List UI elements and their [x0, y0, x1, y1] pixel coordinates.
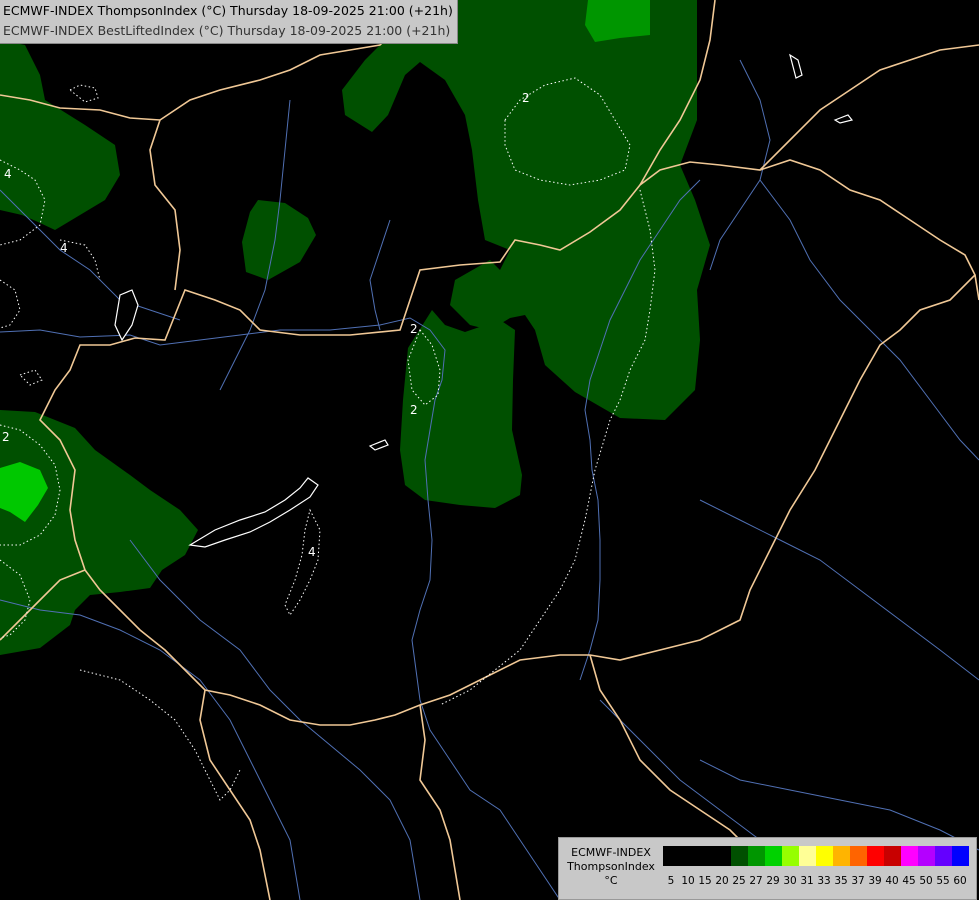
legend-swatch — [850, 846, 867, 866]
legend-tick-label: 40 — [885, 875, 899, 887]
contour-label: 2 — [410, 403, 418, 417]
legend-swatch — [952, 846, 969, 866]
fill-area-central-strip — [400, 310, 522, 508]
contour-label: 4 — [60, 241, 68, 255]
contour-label: 2 — [410, 322, 418, 336]
legend-swatch — [918, 846, 935, 866]
legend-swatch — [765, 846, 782, 866]
legend-swatch — [833, 846, 850, 866]
title-thompson-index: ECMWF-INDEX ThompsonIndex (°C) Thursday … — [3, 3, 453, 18]
legend-swatch — [799, 846, 816, 866]
legend-swatch — [816, 846, 833, 866]
weather-map: 2 4 4 2 2 2 4 — [0, 0, 979, 900]
legend-tick-label: 37 — [851, 875, 865, 887]
legend-title-variable: ThompsonIndex — [567, 860, 655, 873]
title-best-lifted-index: ECMWF-INDEX BestLiftedIndex (°C) Thursda… — [3, 23, 451, 38]
legend-tick-label: 31 — [800, 875, 814, 887]
color-legend: ECMWF-INDEX ThompsonIndex °C 5 10 15 20 25 27… — [558, 837, 977, 900]
legend-tick-label: 5 — [667, 875, 675, 887]
legend-tick-label: 45 — [902, 875, 916, 887]
legend-tick-label: 35 — [834, 875, 848, 887]
fill-area-northeast-bump — [540, 0, 560, 28]
legend-tick-label: 25 — [732, 875, 746, 887]
legend-tick-label: 29 — [766, 875, 780, 887]
legend-tick-label: 55 — [936, 875, 950, 887]
legend-title-unit: °C — [604, 874, 618, 887]
legend-tick-label: 39 — [868, 875, 882, 887]
legend-swatch — [680, 846, 697, 866]
legend-swatch — [663, 846, 680, 866]
contour-label: 2 — [2, 430, 10, 444]
legend-tick-label: 20 — [715, 875, 729, 887]
legend-title: ECMWF-INDEX ThompsonIndex °C — [563, 846, 659, 888]
legend-tick-label: 33 — [817, 875, 831, 887]
contour-label: 2 — [522, 91, 530, 105]
legend-swatch — [731, 846, 748, 866]
legend-swatch — [748, 846, 765, 866]
legend-tick-label: 30 — [783, 875, 797, 887]
legend-tick-label: 27 — [749, 875, 763, 887]
legend-swatch — [884, 846, 901, 866]
legend-tick-label: 10 — [681, 875, 695, 887]
legend-swatch — [901, 846, 918, 866]
legend-tick-label: 15 — [698, 875, 712, 887]
contour-label: 4 — [4, 167, 12, 181]
contour-label: 4 — [308, 545, 316, 559]
fill-area-top-mid-green — [585, 0, 650, 42]
legend-swatch — [697, 846, 714, 866]
legend-swatches — [663, 846, 969, 866]
legend-tick-label: 60 — [953, 875, 967, 887]
legend-swatch — [867, 846, 884, 866]
legend-swatch — [782, 846, 799, 866]
legend-title-model: ECMWF-INDEX — [571, 846, 651, 859]
legend-tick-label: 50 — [919, 875, 933, 887]
map-title-box: ECMWF-INDEX ThompsonIndex (°C) Thursday … — [0, 0, 458, 44]
legend-swatch — [935, 846, 952, 866]
legend-swatch — [714, 846, 731, 866]
